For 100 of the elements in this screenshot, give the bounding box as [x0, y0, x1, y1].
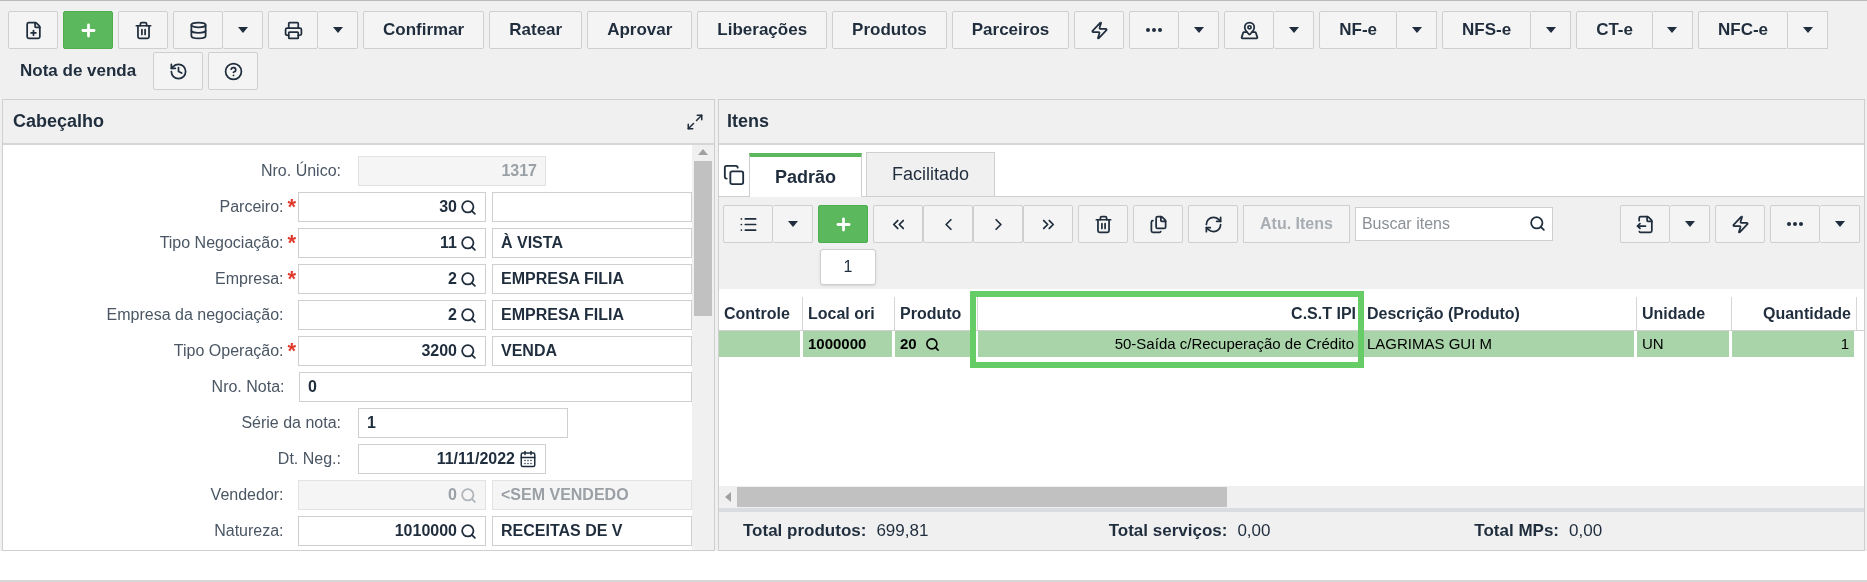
dropdown-button[interactable] [1788, 11, 1829, 49]
column-header[interactable]: Controle [719, 297, 803, 330]
required-mark: * [287, 232, 297, 254]
column-header[interactable]: C.S.T IPI [978, 297, 1362, 330]
column-header[interactable]: Descrição (Produto) [1362, 297, 1637, 330]
first-button[interactable] [873, 205, 923, 243]
refresh-button[interactable] [1188, 205, 1238, 243]
map-icon [1239, 20, 1259, 40]
toolbar-button[interactable]: NFS-e [1442, 11, 1532, 49]
toolbar-button[interactable]: NF-e [1319, 11, 1397, 49]
vertical-scrollbar[interactable] [692, 145, 714, 550]
database-button[interactable] [173, 11, 223, 49]
text-field[interactable]: 1 [358, 408, 568, 438]
total-value: 0,00 [1569, 520, 1603, 543]
caret-icon [1545, 27, 1556, 33]
delete-button[interactable] [1078, 205, 1128, 243]
toolbar-button[interactable]: Confirmar [363, 11, 485, 49]
field-label: Empresa: [215, 269, 284, 289]
more-icon [1146, 28, 1163, 32]
required-mark: * [287, 268, 297, 290]
document-arrow-icon [1635, 214, 1655, 234]
caret-icon [1684, 221, 1695, 227]
list-button[interactable] [723, 205, 773, 243]
date-field[interactable]: 11/11/2022 [358, 444, 546, 474]
lightning-icon [1730, 214, 1750, 234]
last-button[interactable] [1023, 205, 1073, 243]
caret-icon [1834, 221, 1845, 227]
dropdown-button[interactable] [1531, 11, 1572, 49]
tab[interactable]: Padrão [749, 153, 863, 197]
expand-icon[interactable] [686, 112, 704, 131]
more-button[interactable] [1770, 205, 1820, 243]
code-field[interactable]: 11 [298, 228, 486, 258]
description-field: EMPRESA FILIA [492, 264, 692, 294]
copy-icon[interactable] [723, 164, 745, 186]
total-label: Total produtos: [743, 520, 867, 543]
column-header[interactable]: Quantidade [1732, 297, 1857, 330]
table-cell: 1000000 [803, 331, 895, 357]
toolbar-button[interactable]: Ratear [489, 11, 583, 49]
horizontal-scrollbar[interactable] [719, 486, 1864, 508]
panel-title: Cabeçalho [13, 110, 105, 133]
dropdown-button[interactable] [1179, 11, 1220, 49]
history-button[interactable] [153, 52, 204, 90]
dropdown-button[interactable] [1397, 11, 1437, 49]
code-field[interactable]: 1010000 [298, 516, 486, 546]
required-mark: * [287, 340, 297, 362]
action-button[interactable] [1715, 205, 1765, 243]
search-icon [460, 486, 477, 504]
calendar-icon [519, 450, 537, 468]
history-icon [168, 61, 188, 81]
code-field[interactable]: 2 [298, 264, 486, 294]
field-label: Vendedor: [210, 485, 284, 505]
column-header[interactable]: Unidade [1637, 297, 1732, 330]
code-field[interactable]: 2 [298, 300, 486, 330]
next-button[interactable] [973, 205, 1023, 243]
code-field[interactable]: 3200 [298, 336, 486, 366]
add-button[interactable] [818, 205, 868, 243]
tab[interactable]: Facilitado [866, 152, 996, 196]
field-label: Série da nota: [241, 413, 341, 433]
text-field[interactable]: 0 [299, 372, 692, 402]
trash-icon [1093, 214, 1113, 234]
refresh-icon [1203, 214, 1223, 234]
tooltip: 1 [820, 249, 876, 285]
toolbar-button[interactable]: Aprovar [587, 11, 693, 49]
dropdown-button[interactable] [1820, 205, 1860, 243]
search-icon [460, 270, 477, 288]
search-field[interactable]: Buscar itens [1354, 207, 1553, 241]
print-button[interactable] [268, 11, 318, 49]
table-cell: UN [1637, 331, 1732, 357]
caret-icon [1411, 27, 1422, 33]
description-field: RECEITAS DE V [492, 516, 692, 546]
help-icon [223, 61, 243, 81]
field-label: Dt. Neg.: [277, 449, 341, 469]
toolbar-button[interactable]: Produtos [832, 11, 947, 49]
column-header[interactable]: Produto [895, 297, 978, 330]
delete-button[interactable] [118, 11, 168, 49]
total-label: Total serviços: [1108, 520, 1228, 543]
field-label: Nro. Único: [260, 160, 341, 181]
previous-button[interactable] [923, 205, 973, 243]
search-icon [924, 336, 940, 352]
code-field[interactable]: 30 [298, 192, 486, 222]
toolbar-button[interactable]: Parceiros [951, 11, 1070, 49]
help-button[interactable] [208, 52, 259, 90]
dropdown-button[interactable] [1652, 11, 1693, 49]
description-field: VENDA [492, 336, 692, 366]
total-value: 699,81 [876, 520, 929, 543]
map-button[interactable] [1224, 11, 1275, 49]
action-button[interactable] [1074, 11, 1125, 49]
new-document-button[interactable] [8, 11, 58, 49]
search-icon [460, 522, 477, 540]
field-label: Empresa da negociação: [106, 305, 284, 325]
page-title: Nota de venda [19, 60, 138, 83]
toolbar-button[interactable]: CT-e [1576, 11, 1653, 49]
column-header[interactable]: Local ori [803, 297, 895, 330]
duplicate-button[interactable] [1133, 205, 1183, 243]
caret-icon [332, 27, 343, 33]
search-icon [1528, 215, 1546, 232]
toolbar-button[interactable]: NFC-e [1697, 11, 1789, 49]
toolbar-button[interactable]: Liberações [697, 11, 828, 49]
add-button[interactable] [63, 11, 113, 49]
export-button[interactable] [1620, 205, 1670, 243]
